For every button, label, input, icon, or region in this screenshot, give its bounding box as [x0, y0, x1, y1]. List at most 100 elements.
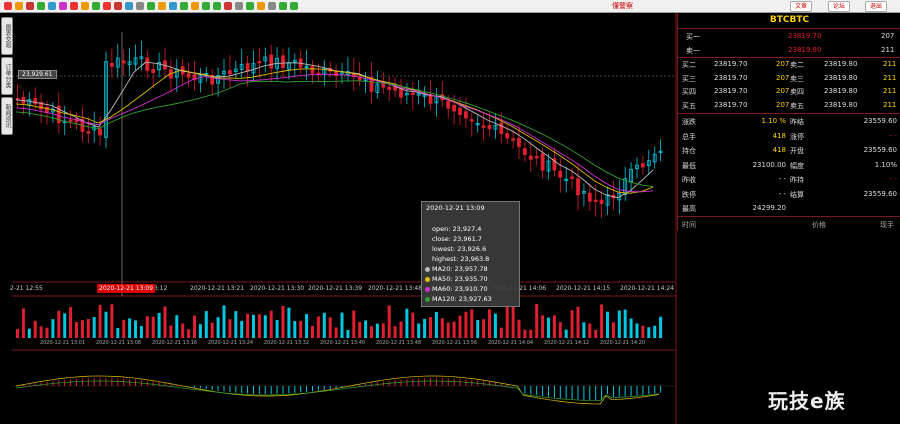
volume-bar	[600, 304, 604, 338]
volume-bar	[558, 322, 562, 338]
candle-body	[121, 60, 126, 64]
candle-body	[511, 138, 516, 141]
x-tick-label: 2020-12-21 14:15	[556, 285, 611, 292]
trade-header-time: 时间	[682, 221, 696, 229]
macd-dif-line	[15, 375, 660, 405]
volume-bar	[452, 321, 456, 338]
quote-panel: BTCBTC 买一 23819.70 207 卖一 23819.80 211 买…	[677, 13, 900, 231]
depth-ask-vol: 211	[883, 100, 897, 109]
volume-bar	[181, 323, 185, 338]
volume-bar	[69, 307, 73, 338]
volume-bar	[488, 309, 491, 338]
volume-bar	[564, 329, 568, 338]
volume-bar	[187, 329, 191, 338]
candle-body	[186, 73, 191, 78]
ma60-dot	[425, 286, 430, 292]
candle-body	[446, 100, 451, 109]
volume-bar	[582, 322, 586, 338]
volume-bar	[80, 320, 84, 338]
candle-body	[387, 86, 392, 90]
x-tick-label-small: 2020-12-21 13:32	[264, 340, 310, 346]
stat-value: 1.10 %	[761, 117, 786, 125]
x-tick-label-small: 2020-12-21 13:40	[320, 340, 366, 346]
volume-bar	[541, 315, 545, 338]
volume-bar	[75, 322, 78, 338]
volume-bar	[464, 311, 468, 338]
volume-bar	[222, 305, 226, 338]
volume-bar	[417, 323, 421, 338]
candle-body	[505, 133, 510, 139]
volume-bar	[204, 311, 208, 338]
divider	[678, 216, 900, 217]
volume-bar	[275, 320, 279, 338]
depth-ask-label: 卖二	[790, 61, 804, 69]
stat-label: 昨收	[682, 176, 696, 184]
depth-bid-price: 23819.70	[714, 60, 748, 68]
x-tick-label: 2020-12-21 13:21	[190, 285, 245, 292]
volume-bar	[45, 327, 49, 338]
candle-body	[86, 131, 91, 134]
candle-body	[98, 128, 102, 136]
volume-bar	[606, 311, 609, 338]
depth-bid-vol: 207	[776, 60, 790, 68]
tooltip-time: 2020-12-21 13:09	[426, 204, 485, 212]
volume-bar	[352, 310, 356, 338]
volume-bar	[57, 310, 61, 338]
depth-ask-price: 23819.80	[824, 87, 858, 95]
volume-bar	[446, 322, 450, 338]
candle-body	[245, 63, 250, 72]
candle-body	[458, 107, 462, 115]
volume-bar	[405, 308, 409, 338]
volume-bar	[228, 319, 232, 338]
volume-bar	[511, 305, 515, 338]
depth-bid-label: 买四	[682, 88, 696, 96]
volume-bar	[322, 312, 326, 338]
volume-bar	[653, 325, 657, 338]
depth-ask-label: 卖三	[790, 74, 804, 83]
x-tick-label: 2020-12-21 13:48	[368, 285, 423, 292]
volume-bar	[423, 318, 427, 338]
stat-value: - -	[889, 131, 897, 140]
volume-bar	[27, 328, 31, 338]
volume-bar	[16, 329, 19, 338]
ma20-line	[15, 61, 654, 199]
volume-bar	[505, 304, 509, 338]
candle-body	[463, 111, 468, 119]
volume-bar	[163, 306, 167, 338]
trade-header-volume: 现手	[880, 221, 894, 229]
candle-body	[257, 60, 262, 64]
divider	[678, 57, 900, 58]
volume-bar	[623, 309, 627, 338]
divider	[678, 28, 900, 29]
stat-label: 最高	[682, 205, 696, 213]
volume-bar	[617, 310, 621, 338]
volume-bar	[399, 321, 403, 338]
candle-body	[410, 92, 415, 96]
tooltip-open: open: 23,927.4	[432, 225, 482, 233]
stat-value: - -	[889, 175, 897, 183]
volume-bar	[316, 316, 320, 338]
stat-label: 结算	[790, 190, 804, 199]
stat-label: 涨跌	[682, 118, 696, 126]
candle-body	[558, 170, 563, 178]
x-tick-label: 2-21 12:55	[10, 285, 43, 292]
candle-body	[110, 63, 114, 67]
volume-bar	[340, 312, 344, 338]
candle-body	[576, 178, 580, 196]
stat-value: 23559.60	[863, 117, 897, 125]
stat-value: 23559.60	[863, 146, 897, 154]
stat-label: 幅度	[790, 161, 804, 170]
volume-bar	[175, 315, 179, 338]
depth-ask-vol: 211	[883, 73, 897, 82]
volume-bar	[169, 325, 173, 338]
ma120-dot	[425, 296, 430, 302]
volume-bar	[346, 329, 350, 338]
volume-bar	[375, 323, 379, 338]
depth-ask-vol: 211	[883, 60, 897, 68]
volume-bar	[104, 311, 108, 338]
volume-bar	[116, 328, 120, 338]
volume-bar	[145, 316, 149, 338]
stat-value: 418	[772, 131, 786, 140]
volume-bar	[387, 305, 391, 338]
volume-bar	[134, 320, 137, 338]
